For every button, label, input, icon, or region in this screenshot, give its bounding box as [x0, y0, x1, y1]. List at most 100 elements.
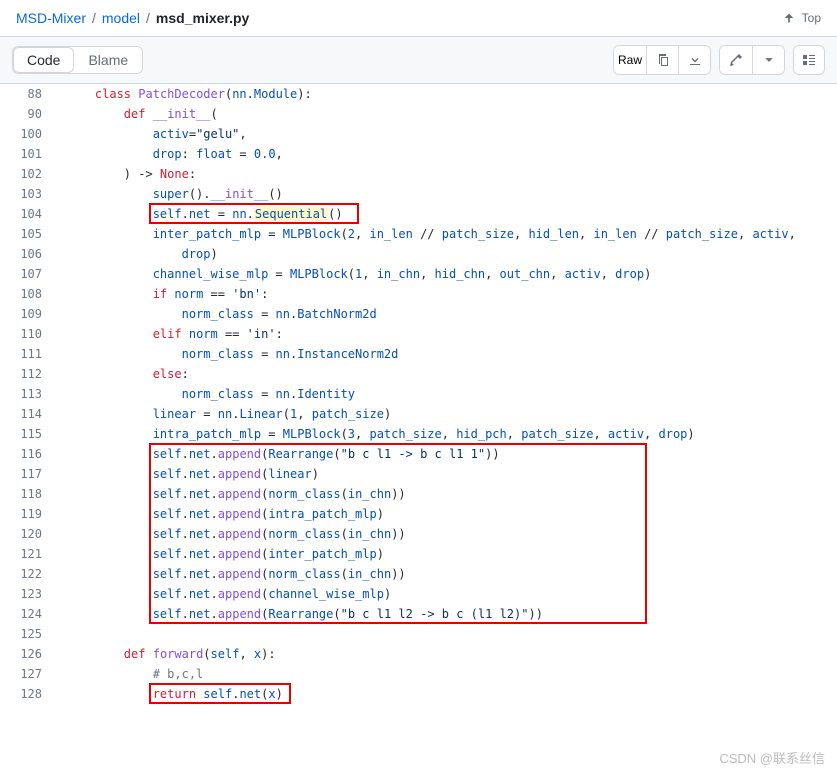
line-number[interactable]: 114	[0, 404, 60, 424]
line-number[interactable]: 103	[0, 184, 60, 204]
line-number[interactable]: 110	[0, 324, 60, 344]
right-tools: Raw	[613, 45, 825, 75]
breadcrumb-sep: /	[92, 10, 96, 26]
code-row: 111 norm_class = nn.InstanceNorm2d	[0, 344, 837, 364]
code-cell[interactable]: elif norm == 'in':	[60, 324, 837, 344]
watermark: CSDN @联系丝信	[719, 748, 825, 767]
code-row: 115 intra_patch_mlp = MLPBlock(3, patch_…	[0, 424, 837, 444]
line-number[interactable]: 122	[0, 564, 60, 584]
download-button[interactable]	[678, 46, 710, 74]
code-cell[interactable]: norm_class = nn.Identity	[60, 384, 837, 404]
tab-code[interactable]: Code	[13, 47, 74, 73]
code-row: 114 linear = nn.Linear(1, patch_size)	[0, 404, 837, 424]
code-cell[interactable]: self.net = nn.Sequential()	[60, 204, 837, 224]
raw-button[interactable]: Raw	[614, 46, 646, 74]
breadcrumb-folder[interactable]: model	[102, 10, 140, 26]
code-row: 117 self.net.append(linear)	[0, 464, 837, 484]
breadcrumb: MSD-Mixer / model / msd_mixer.py	[16, 10, 249, 26]
raw-group: Raw	[613, 45, 711, 75]
code-cell[interactable]: self.net.append(intra_patch_mlp)	[60, 504, 837, 524]
code-cell[interactable]: def forward(self, x):	[60, 644, 837, 664]
line-number[interactable]: 124	[0, 604, 60, 624]
code-cell[interactable]: # b,c,l	[60, 664, 837, 684]
line-number[interactable]: 108	[0, 284, 60, 304]
code-row: 127 # b,c,l	[0, 664, 837, 684]
code-cell[interactable]: self.net.append(norm_class(in_chn))	[60, 524, 837, 544]
edit-dropdown[interactable]	[752, 46, 784, 74]
tab-blame[interactable]: Blame	[74, 47, 142, 73]
code-area[interactable]: 88 class PatchDecoder(nn.Module):90 def …	[0, 84, 837, 704]
code-row: 118 self.net.append(norm_class(in_chn))	[0, 484, 837, 504]
code-cell[interactable]: return self.net(x)	[60, 684, 837, 704]
line-number[interactable]: 118	[0, 484, 60, 504]
code-cell[interactable]: self.net.append(norm_class(in_chn))	[60, 564, 837, 584]
code-row: 112 else:	[0, 364, 837, 384]
code-row: 109 norm_class = nn.BatchNorm2d	[0, 304, 837, 324]
line-number[interactable]: 109	[0, 304, 60, 324]
line-number[interactable]: 117	[0, 464, 60, 484]
code-cell[interactable]: inter_patch_mlp = MLPBlock(2, in_len // …	[60, 224, 837, 244]
line-number[interactable]: 105	[0, 224, 60, 244]
code-cell[interactable]: activ="gelu",	[60, 124, 837, 144]
left-tools: Code Blame	[12, 46, 143, 74]
code-cell[interactable]: drop)	[60, 244, 837, 264]
code-cell[interactable]: self.net.append(inter_patch_mlp)	[60, 544, 837, 564]
code-row: 102 ) -> None:	[0, 164, 837, 184]
copy-button[interactable]	[646, 46, 678, 74]
line-number[interactable]: 107	[0, 264, 60, 284]
code-cell[interactable]: super().__init__()	[60, 184, 837, 204]
line-number[interactable]: 102	[0, 164, 60, 184]
code-row: 116 self.net.append(Rearrange("b c l1 ->…	[0, 444, 837, 464]
line-number[interactable]: 115	[0, 424, 60, 444]
code-cell[interactable]: self.net.append(Rearrange("b c l1 l2 -> …	[60, 604, 837, 624]
line-number[interactable]: 116	[0, 444, 60, 464]
code-cell[interactable]: def __init__(	[60, 104, 837, 124]
top-link[interactable]: Top	[782, 11, 821, 25]
line-number[interactable]: 128	[0, 684, 60, 704]
code-cell[interactable]: norm_class = nn.BatchNorm2d	[60, 304, 837, 324]
arrow-up-icon	[782, 11, 796, 25]
line-number[interactable]: 113	[0, 384, 60, 404]
code-cell[interactable]: self.net.append(channel_wise_mlp)	[60, 584, 837, 604]
line-number[interactable]: 100	[0, 124, 60, 144]
line-number[interactable]: 125	[0, 624, 60, 644]
symbols-button[interactable]	[793, 45, 825, 75]
edit-group	[719, 45, 785, 75]
line-number[interactable]: 90	[0, 104, 60, 124]
line-number[interactable]: 112	[0, 364, 60, 384]
edit-button[interactable]	[720, 46, 752, 74]
code-cell[interactable]: drop: float = 0.0,	[60, 144, 837, 164]
code-cell[interactable]	[60, 624, 837, 644]
breadcrumb-repo[interactable]: MSD-Mixer	[16, 10, 86, 26]
code-row: 101 drop: float = 0.0,	[0, 144, 837, 164]
code-row: 120 self.net.append(norm_class(in_chn))	[0, 524, 837, 544]
code-cell[interactable]: channel_wise_mlp = MLPBlock(1, in_chn, h…	[60, 264, 837, 284]
line-number[interactable]: 101	[0, 144, 60, 164]
code-cell[interactable]: intra_patch_mlp = MLPBlock(3, patch_size…	[60, 424, 837, 444]
line-number[interactable]: 121	[0, 544, 60, 564]
code-cell[interactable]: norm_class = nn.InstanceNorm2d	[60, 344, 837, 364]
line-number[interactable]: 111	[0, 344, 60, 364]
code-cell[interactable]: else:	[60, 364, 837, 384]
code-cell[interactable]: self.net.append(linear)	[60, 464, 837, 484]
line-number[interactable]: 123	[0, 584, 60, 604]
code-cell[interactable]: self.net.append(Rearrange("b c l1 -> b c…	[60, 444, 837, 464]
pencil-icon	[728, 52, 744, 68]
code-row: 124 self.net.append(Rearrange("b c l1 l2…	[0, 604, 837, 624]
line-number[interactable]: 127	[0, 664, 60, 684]
line-number[interactable]: 104	[0, 204, 60, 224]
code-row: 104 self.net = nn.Sequential()	[0, 204, 837, 224]
code-row: 106 drop)	[0, 244, 837, 264]
code-cell[interactable]: self.net.append(norm_class(in_chn))	[60, 484, 837, 504]
code-cell[interactable]: class PatchDecoder(nn.Module):	[60, 84, 837, 104]
line-number[interactable]: 88	[0, 84, 60, 104]
line-number[interactable]: 119	[0, 504, 60, 524]
code-cell[interactable]: ) -> None:	[60, 164, 837, 184]
line-number[interactable]: 126	[0, 644, 60, 664]
toolbar: Code Blame Raw	[0, 37, 837, 84]
code-row: 107 channel_wise_mlp = MLPBlock(1, in_ch…	[0, 264, 837, 284]
line-number[interactable]: 120	[0, 524, 60, 544]
code-cell[interactable]: linear = nn.Linear(1, patch_size)	[60, 404, 837, 424]
code-cell[interactable]: if norm == 'bn':	[60, 284, 837, 304]
line-number[interactable]: 106	[0, 244, 60, 264]
